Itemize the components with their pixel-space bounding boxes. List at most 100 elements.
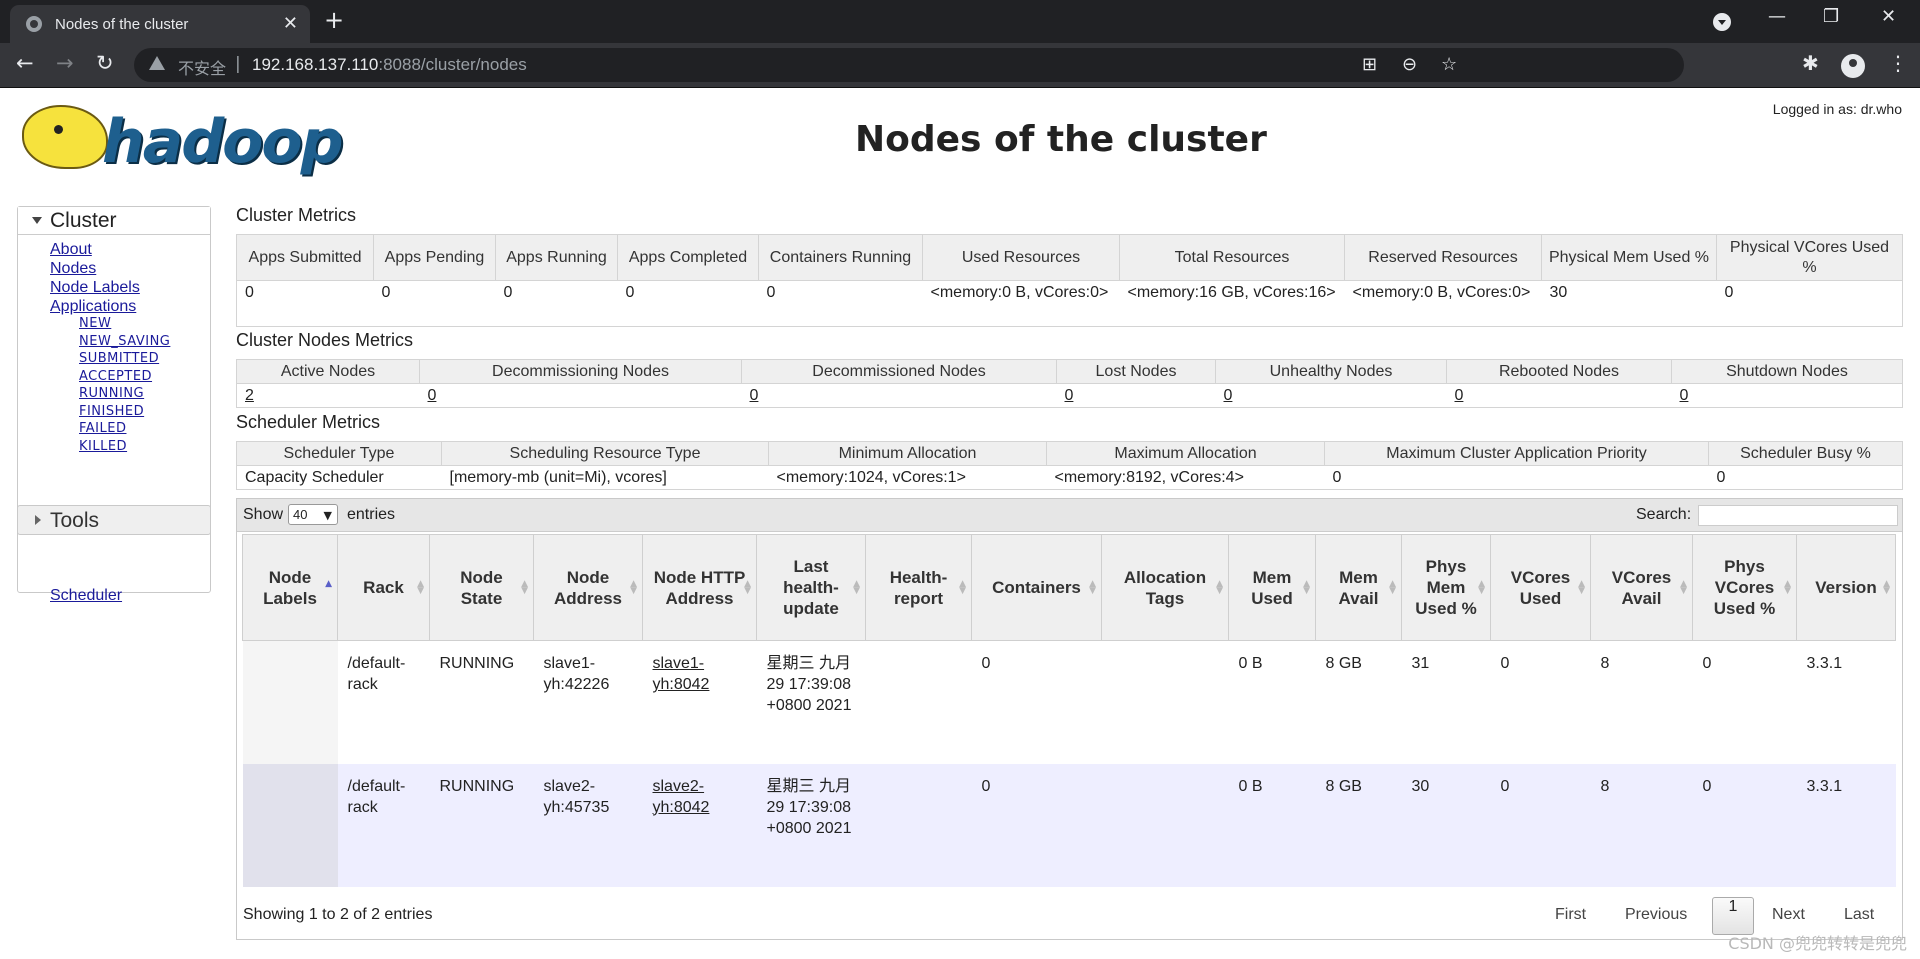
column-header-health-report[interactable]: Health-report ▲ ▼	[865, 534, 972, 641]
sidebar-tools-header[interactable]: Tools	[17, 505, 211, 535]
column-header-node-address[interactable]: Node Address ▲ ▼	[533, 534, 643, 641]
cell-phys-vcores-used: 0	[1692, 763, 1797, 887]
watermark: CSDN @兜兜转转是兜兜	[1728, 934, 1907, 953]
column-header-node-http-address[interactable]: Node HTTP Address ▲ ▼	[642, 534, 757, 641]
metric-header: Total Resources	[1119, 234, 1345, 281]
star-icon[interactable]: ☆	[1441, 54, 1457, 75]
sidebar-link-node-labels[interactable]: Node Labels	[50, 278, 140, 297]
translate-icon[interactable]: ⊞	[1362, 54, 1377, 75]
pagination-last[interactable]: Last	[1844, 906, 1874, 924]
column-header-phys-vcores-used[interactable]: Phys VCores Used % ▲ ▼	[1692, 534, 1797, 641]
cell-node-state: RUNNING	[429, 640, 534, 764]
cell-mem-avail: 8 GB	[1315, 640, 1402, 764]
node-metric-header: Decommissioned Nodes	[741, 359, 1057, 384]
warning-icon[interactable]	[149, 56, 165, 70]
reload-button[interactable]: ↻	[96, 51, 114, 75]
browser-toolbar: ← → ↻ 不安全 | 192.168.137.110:8088/cluster…	[0, 43, 1920, 88]
column-header-allocation-tags[interactable]: Allocation Tags ▲ ▼	[1101, 534, 1229, 641]
menu-icon[interactable]: ⋮	[1888, 51, 1908, 75]
sidebar-link-applications[interactable]: Applications	[50, 297, 140, 316]
sort-icon: ▲ ▼	[630, 579, 637, 596]
scheduler-metric-value: 0	[1708, 465, 1903, 490]
sidebar-state-accepted[interactable]: ACCEPTED	[79, 368, 170, 386]
column-header-node-state[interactable]: Node State ▲ ▼	[429, 534, 534, 641]
metric-header: Apps Running	[495, 234, 618, 281]
metric-value: 0	[617, 280, 759, 327]
cell-vcores-avail: 8	[1590, 763, 1693, 887]
column-header-label: VCores Avail	[1611, 567, 1672, 608]
browser-tab[interactable]: Nodes of the cluster ✕	[10, 5, 310, 43]
node-metric-header: Decommissioning Nodes	[419, 359, 742, 384]
sidebar-state-new[interactable]: NEW	[79, 315, 170, 333]
node-metric-cell: 0	[1215, 383, 1447, 408]
extensions-icon[interactable]: ✱	[1802, 51, 1819, 75]
column-header-mem-used[interactable]: Mem Used ▲ ▼	[1228, 534, 1316, 641]
column-header-label: Last health-update	[783, 557, 839, 618]
zoom-icon[interactable]: ⊖	[1402, 54, 1417, 75]
sidebar-state-finished[interactable]: FINISHED	[79, 403, 170, 421]
page-size-select[interactable]: 40 ▼	[288, 504, 338, 525]
node-http-link[interactable]: slave2-yh:8042	[653, 778, 710, 816]
rebooted-nodes-link[interactable]: 0	[1455, 387, 1464, 404]
logo-text: hadoop	[102, 107, 344, 177]
metric-value: 0	[495, 280, 618, 327]
sidebar-link-about[interactable]: About	[50, 240, 140, 259]
sidebar-state-failed[interactable]: FAILED	[79, 420, 170, 438]
sort-icon: ▲ ▼	[853, 579, 860, 596]
sidebar-cluster-header[interactable]: Cluster	[18, 207, 210, 235]
pagination-first[interactable]: First	[1555, 906, 1586, 924]
new-tab-button[interactable]: +	[324, 6, 344, 34]
close-window-button[interactable]: ✕	[1881, 6, 1896, 27]
column-header-node-labels[interactable]: Node Labels ▲	[242, 534, 338, 641]
sidebar-state-submitted[interactable]: SUBMITTED	[79, 350, 170, 368]
cell-node-http-address: slave1-yh:8042	[642, 640, 757, 764]
column-header-last-health-update[interactable]: Last health-update ▲ ▼	[756, 534, 866, 641]
sidebar-link-scheduler[interactable]: Scheduler	[50, 587, 122, 605]
sidebar-state-new-saving[interactable]: NEW_SAVING	[79, 333, 170, 351]
metric-header: Physical VCores Used %	[1716, 234, 1903, 281]
restore-button[interactable]: ❐	[1823, 6, 1839, 27]
column-header-mem-avail[interactable]: Mem Avail ▲ ▼	[1315, 534, 1402, 641]
column-header-containers[interactable]: Containers ▲ ▼	[971, 534, 1102, 641]
search-input[interactable]	[1698, 505, 1898, 526]
column-header-version[interactable]: Version ▲ ▼	[1796, 534, 1896, 641]
pagination-next[interactable]: Next	[1772, 906, 1805, 924]
column-header-rack[interactable]: Rack ▲ ▼	[337, 534, 430, 641]
sidebar-state-running[interactable]: RUNNING	[79, 385, 170, 403]
sidebar-link-nodes[interactable]: Nodes	[50, 259, 140, 278]
node-metric-cell: 0	[1056, 383, 1216, 408]
cluster-metrics-title: Cluster Metrics	[236, 205, 357, 225]
forward-button[interactable]: →	[56, 51, 74, 75]
unhealthy-nodes-link[interactable]: 0	[1224, 387, 1233, 404]
back-button[interactable]: ←	[16, 51, 34, 75]
tab-title: Nodes of the cluster	[55, 16, 189, 33]
sort-icon: ▲ ▼	[744, 579, 751, 596]
tab-search-icon[interactable]	[1713, 13, 1731, 31]
address-bar[interactable]: 不安全 | 192.168.137.110:8088/cluster/nodes…	[134, 48, 1684, 82]
close-tab-icon[interactable]: ✕	[283, 13, 298, 34]
cell-health-report	[865, 640, 972, 764]
column-header-vcores-used[interactable]: VCores Used ▲ ▼	[1490, 534, 1591, 641]
decommissioning-nodes-link[interactable]: 0	[428, 387, 437, 404]
sort-icon: ▲ ▼	[1578, 579, 1585, 596]
decommissioned-nodes-link[interactable]: 0	[750, 387, 759, 404]
hadoop-logo[interactable]: hadoop	[18, 99, 358, 183]
shutdown-nodes-link[interactable]: 0	[1680, 387, 1689, 404]
chevron-down-icon: ▼	[323, 509, 332, 522]
node-http-link[interactable]: slave1-yh:8042	[653, 655, 710, 693]
minimize-button[interactable]: —	[1768, 6, 1786, 27]
active-nodes-link[interactable]: 2	[245, 387, 254, 404]
security-label[interactable]: 不安全	[178, 55, 226, 79]
sidebar-state-killed[interactable]: KILLED	[79, 438, 170, 456]
lost-nodes-link[interactable]: 0	[1065, 387, 1074, 404]
column-header-phys-mem-used[interactable]: Phys Mem Used % ▲ ▼	[1401, 534, 1491, 641]
column-header-label: Node Address	[553, 567, 623, 608]
pagination-previous[interactable]: Previous	[1625, 906, 1687, 924]
cell-vcores-used: 0	[1490, 640, 1591, 764]
scheduler-metric-header: Scheduler Type	[236, 441, 442, 466]
column-header-vcores-avail[interactable]: VCores Avail ▲ ▼	[1590, 534, 1693, 641]
profile-icon[interactable]	[1841, 54, 1865, 78]
cell-rack: /default-rack	[337, 640, 430, 764]
url-text[interactable]: 192.168.137.110:8088/cluster/nodes	[252, 55, 527, 75]
column-header-label: Node State	[460, 567, 503, 608]
